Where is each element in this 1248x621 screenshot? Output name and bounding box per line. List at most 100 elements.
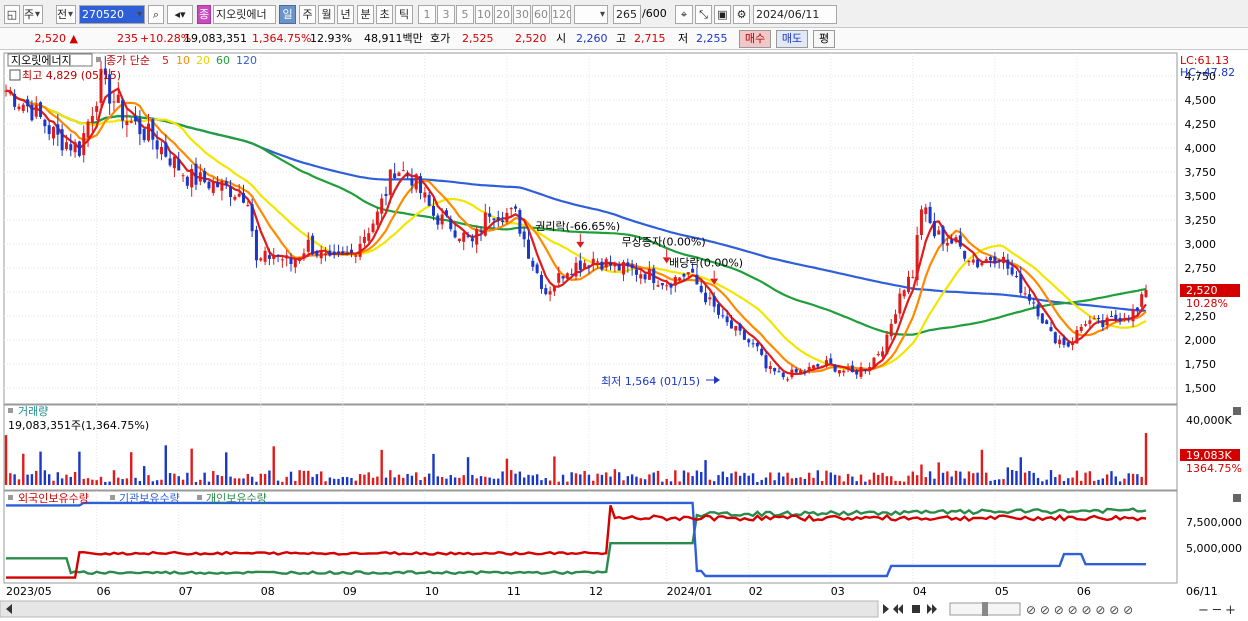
candle-body	[673, 277, 677, 286]
volume-bar	[332, 478, 336, 485]
chart-area[interactable]: 권리락(-66.65%) 무상증자(0.00%) 배당락(0.00%) 4,750 4…	[0, 51, 1248, 621]
holdings-panel[interactable]	[3, 490, 1178, 584]
draw-tool-icon[interactable]: ⤡	[695, 5, 712, 24]
volume-panel-close-icon[interactable]	[1233, 407, 1241, 415]
candle-body	[665, 285, 669, 287]
chart-svg[interactable]: 권리락(-66.65%)무상증자(0.00%)배당락(0.00%) 4,7504…	[0, 51, 1248, 621]
scroll-controls[interactable]: ⊘ ⊘ ⊘ ⊘ ⊘ ⊘ ⊘ ⊘ − ─ +	[0, 600, 1236, 618]
volume-y-tick: 40,000K	[1186, 414, 1232, 427]
count-input[interactable]: 265	[613, 5, 641, 24]
zoom-controls-icon[interactable]: − ─ +	[1198, 603, 1236, 618]
volume-bar	[881, 472, 884, 485]
holdings-panel-close-icon[interactable]	[1233, 494, 1241, 502]
volume-bar	[596, 473, 599, 485]
fast-forward-icon[interactable]	[927, 604, 937, 614]
candle-body	[837, 370, 841, 374]
volume-bar	[311, 476, 314, 485]
stop-icon[interactable]	[912, 605, 920, 613]
candle-body	[358, 243, 362, 257]
zoom-slider-handle[interactable]	[982, 602, 988, 616]
horizontal-scrollbar[interactable]	[0, 600, 879, 618]
volume-bar	[648, 474, 651, 485]
interval-60-button[interactable]: 60	[532, 5, 550, 24]
volume-bar	[121, 479, 124, 485]
candle-body	[492, 218, 496, 221]
interval-1-button[interactable]: 1	[418, 5, 436, 24]
stock-tag[interactable]: 종	[197, 5, 211, 24]
buy-button[interactable]: 매수	[739, 30, 771, 48]
volume-last-pct: 1364.75%	[1186, 462, 1242, 475]
date-tick-label: 2023/05	[6, 585, 52, 598]
candle-body	[842, 370, 846, 373]
volume-bar	[600, 474, 604, 485]
interval-10-button[interactable]: 10	[475, 5, 493, 24]
candle-body	[790, 369, 794, 378]
candle-body	[17, 106, 21, 110]
stock-name-field[interactable]: 지오릿에너	[213, 5, 276, 24]
candle-body	[479, 230, 483, 233]
date-input[interactable]: 2024/06/11	[753, 5, 837, 24]
volume-bar	[643, 479, 647, 485]
volume-bar	[358, 474, 362, 485]
candle-body	[4, 90, 8, 92]
gear-icon[interactable]: ⚙	[733, 5, 750, 24]
candle-body	[738, 324, 742, 331]
eval-button[interactable]: 평	[813, 30, 835, 48]
candle-body	[712, 295, 716, 307]
interval-select[interactable]	[574, 5, 608, 24]
candle-body	[349, 249, 353, 253]
save-icon[interactable]: ▣	[714, 5, 731, 24]
tab-year[interactable]: 년	[337, 5, 354, 24]
volume-bar	[212, 471, 215, 485]
volume-bar	[782, 476, 785, 485]
volume-panel[interactable]	[3, 404, 1178, 491]
interval-5-button[interactable]: 5	[456, 5, 474, 24]
volume-bar	[885, 476, 889, 485]
price-tick-label: 4,500	[1185, 94, 1217, 107]
interval-120-button[interactable]: 120	[551, 5, 571, 24]
volume-bar	[894, 480, 897, 485]
rewind-icon[interactable]	[893, 604, 903, 614]
candle-body	[1053, 332, 1057, 344]
volume-bar	[846, 473, 850, 485]
volume-bar	[527, 474, 530, 485]
tab-minute[interactable]: 분	[357, 5, 374, 24]
interval-120-label: 120	[552, 8, 571, 21]
window-icon[interactable]: ◱	[4, 5, 20, 24]
holdings-legend-square-3	[197, 495, 202, 500]
tab-week[interactable]: 주	[299, 5, 316, 24]
type-select[interactable]: 주	[23, 5, 43, 24]
tab-day[interactable]: 일	[279, 5, 296, 24]
sell-button[interactable]: 매도	[776, 30, 808, 48]
volume-bar	[717, 475, 720, 485]
volume-bar	[807, 472, 811, 485]
grid-icon[interactable]	[9, 69, 21, 81]
crosshair-icon[interactable]: ⌖	[675, 5, 693, 24]
candle-body	[1019, 274, 1023, 294]
volume-bar	[531, 475, 535, 485]
date-tick-label: 2024/01	[667, 585, 713, 598]
candle-body	[639, 274, 643, 279]
tab-second[interactable]: 초	[376, 5, 393, 24]
candle-body	[267, 255, 271, 259]
volume-bar	[920, 464, 923, 485]
volume-bar	[263, 473, 267, 485]
candle-body	[1140, 294, 1144, 307]
candle-body	[928, 206, 932, 223]
volume-bar	[393, 477, 396, 485]
interval-30-button[interactable]: 30	[513, 5, 531, 24]
scope-select[interactable]: 전	[56, 5, 76, 24]
tab-month[interactable]: 월	[318, 5, 335, 24]
candle-body	[613, 262, 617, 267]
search-icon[interactable]: ⌕	[148, 5, 164, 24]
volume-bar	[1006, 467, 1010, 485]
play-icon[interactable]	[883, 604, 889, 614]
interval-20-button[interactable]: 20	[494, 5, 512, 24]
tab-tick[interactable]: 틱	[395, 5, 413, 24]
volume-bar	[1080, 480, 1083, 485]
code-input[interactable]: 270520	[79, 5, 145, 24]
speaker-icon[interactable]: ◂▾	[167, 5, 193, 24]
price-tick-label: 2,250	[1185, 310, 1217, 323]
zoom-tools-icon[interactable]: ⊘ ⊘ ⊘ ⊘ ⊘ ⊘ ⊘ ⊘	[1026, 603, 1133, 617]
interval-3-button[interactable]: 3	[437, 5, 455, 24]
